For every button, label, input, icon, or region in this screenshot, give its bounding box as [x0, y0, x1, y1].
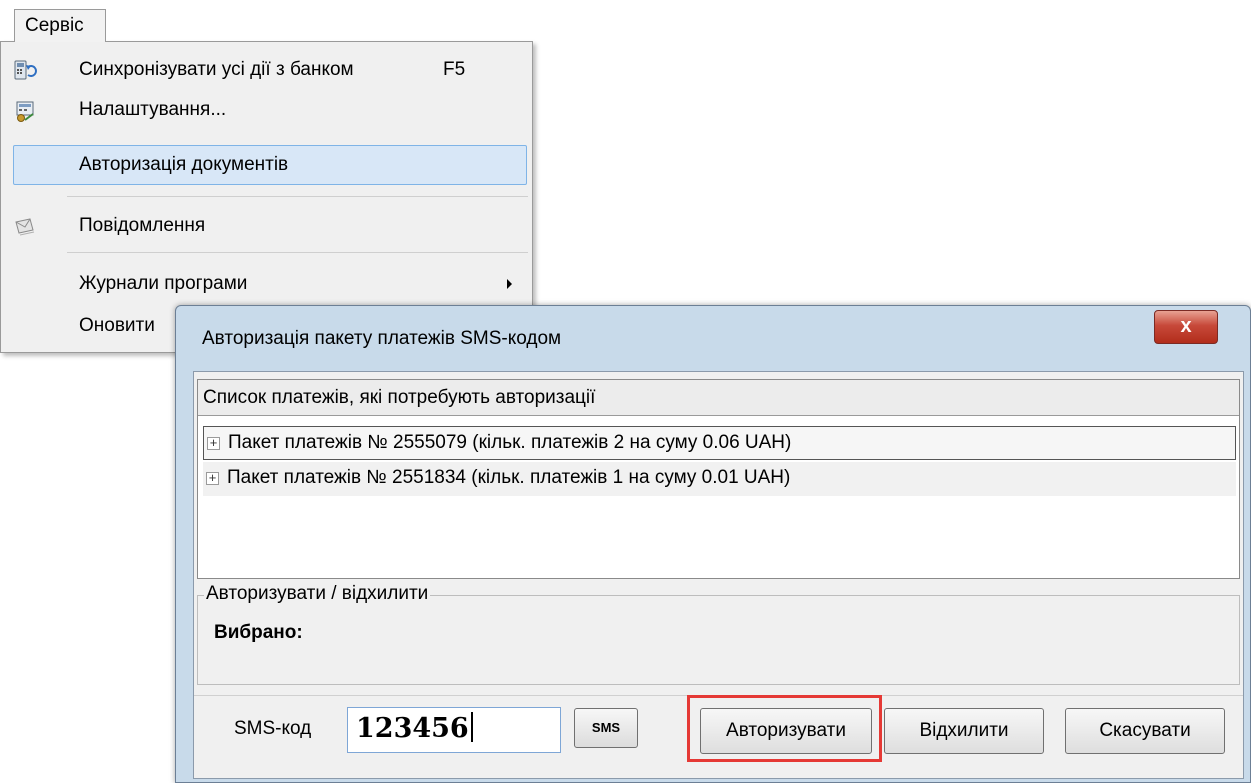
close-button[interactable]: x [1154, 310, 1218, 344]
list-item[interactable]: + Пакет платежів № 2551834 (кільк. плате… [203, 462, 1236, 496]
dialog-title: Авторизація пакету платежів SMS-кодом [202, 328, 562, 349]
close-icon: x [1180, 315, 1192, 337]
menu-item-label: Авторизація документів [79, 154, 289, 175]
resend-sms-button[interactable]: SMS [574, 708, 638, 748]
reject-button[interactable]: Відхилити [884, 708, 1044, 754]
payments-list: Список платежів, які потребують авториза… [197, 379, 1240, 579]
sms-code-input[interactable]: 123456 [347, 707, 561, 753]
shortcut-label: F5 [443, 59, 466, 80]
cancel-button[interactable]: Скасувати [1065, 708, 1225, 754]
list-item-text: Пакет платежів № 2555079 (кільк. платежі… [228, 432, 792, 453]
menu-item-sync[interactable]: Синхронізувати усі дії з банком F5 [1, 50, 532, 90]
list-item-text: Пакет платежів № 2551834 (кільк. платежі… [227, 467, 791, 488]
dialog-client-area: Список платежів, які потребують авториза… [193, 371, 1244, 779]
menu-item-label: Оновити [79, 315, 155, 336]
expand-plus-icon[interactable]: + [207, 436, 220, 450]
authorize-reject-group: Авторизувати / відхилити Вибрано: [197, 583, 1240, 685]
menu-item-label: Повідомлення [79, 215, 206, 236]
submenu-arrow-icon [507, 279, 512, 289]
menu-item-authorize-documents[interactable]: Авторизація документів [13, 145, 527, 185]
menu-item-label: Синхронізувати усі дії з банком [79, 59, 354, 80]
sms-refresh-icon: SMS [591, 720, 621, 735]
expand-plus-icon[interactable]: + [206, 471, 219, 485]
group-title: Авторизувати / відхилити [204, 583, 431, 605]
sms-code-label: SMS-код [234, 718, 312, 739]
menu-item-messages[interactable]: Повідомлення [1, 206, 532, 246]
list-header: Список платежів, які потребують авториза… [198, 380, 1239, 416]
menu-servis[interactable]: Сервіс [14, 9, 106, 42]
annotation-highlight [687, 695, 882, 762]
menu-item-program-logs[interactable]: Журнали програми [1, 264, 532, 304]
messages-icon [13, 214, 37, 238]
text-caret [470, 712, 473, 742]
sms-code-value: 123456 [356, 713, 469, 744]
authorize-dialog: Авторизація пакету платежів SMS-кодом x … [175, 305, 1251, 783]
menu-item-label: Налаштування... [79, 99, 227, 120]
selected-label: Вибрано: [214, 622, 303, 643]
dialog-titlebar[interactable]: Авторизація пакету платежів SMS-кодом x [176, 306, 1250, 376]
sync-bank-icon [13, 58, 37, 82]
menu-separator [67, 252, 528, 253]
menu-separator [67, 196, 528, 197]
menu-item-settings[interactable]: Налаштування... [1, 90, 532, 130]
list-item[interactable]: + Пакет платежів № 2555079 (кільк. плате… [203, 426, 1236, 460]
settings-icon [13, 98, 37, 122]
menu-item-label: Журнали програми [79, 273, 248, 294]
